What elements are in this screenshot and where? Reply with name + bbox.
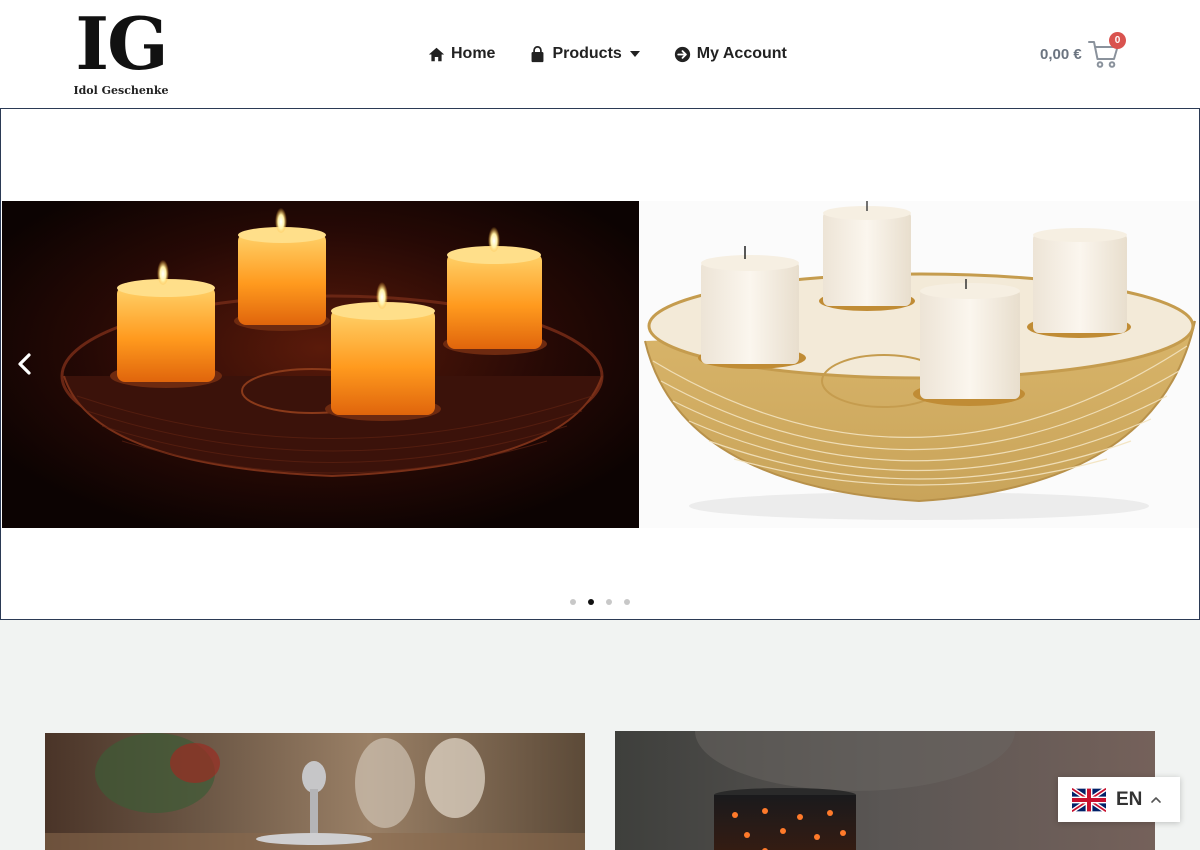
uk-flag-icon — [1072, 787, 1106, 812]
site-header: IG Idol Geschenke Home Products My Accou… — [0, 0, 1200, 108]
slide-lit-candles[interactable] — [2, 201, 639, 528]
logo-name: Idol Geschenke — [73, 84, 169, 97]
gold-bowl-image — [639, 201, 1199, 528]
nav-my-account-label: My Account — [696, 45, 787, 62]
home-icon — [428, 47, 445, 61]
slider-dot[interactable] — [570, 599, 576, 605]
nav-home[interactable]: Home — [428, 40, 495, 68]
language-switcher[interactable]: EN — [1058, 777, 1180, 822]
slider-dot[interactable] — [624, 599, 630, 605]
slider-dot[interactable] — [606, 599, 612, 605]
arrow-circle-right-icon — [674, 46, 690, 62]
nav-my-account[interactable]: My Account — [674, 40, 787, 68]
nav-home-label: Home — [451, 45, 496, 62]
nav-products[interactable]: Products — [529, 40, 640, 68]
slider-dot-active[interactable] — [588, 599, 594, 605]
slider-pagination — [570, 599, 642, 605]
cart-count-badge: 0 — [1109, 32, 1126, 49]
lit-candles-image — [2, 201, 639, 528]
nav-products-label: Products — [552, 45, 622, 62]
hero-slider — [0, 108, 1200, 620]
slide-gold-bowl[interactable] — [639, 201, 1199, 528]
language-code: EN — [1116, 788, 1143, 810]
logo-mark: IG — [75, 1, 168, 86]
main-nav: Home Products My Account — [428, 40, 787, 68]
cart-total: 0,00 € — [1040, 45, 1082, 63]
category-section — [0, 620, 1200, 850]
chevron-up-icon — [1151, 796, 1162, 803]
shopping-bag-icon — [532, 45, 544, 62]
chevron-down-icon — [629, 51, 640, 57]
site-logo[interactable]: IG Idol Geschenke — [66, 8, 176, 100]
tiered-stand-image — [45, 733, 585, 850]
chevron-left-icon[interactable] — [13, 351, 37, 377]
category-card-tiered-stand[interactable] — [45, 733, 585, 850]
